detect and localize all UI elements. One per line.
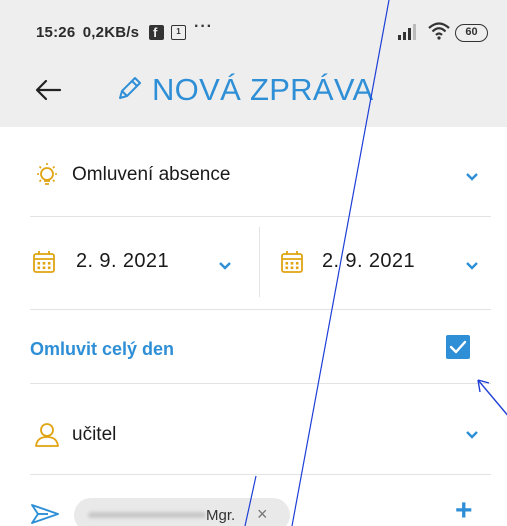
redacted-name — [88, 512, 206, 518]
pencil-icon — [116, 74, 142, 107]
chevron-down-icon[interactable] — [465, 427, 479, 445]
add-recipient-button[interactable]: + — [455, 496, 473, 526]
divider — [30, 474, 491, 475]
full-day-checkbox[interactable] — [446, 335, 470, 359]
date-from-value: 2. 9. 2021 — [76, 250, 169, 272]
battery-icon: 60 — [455, 24, 488, 42]
status-time: 15:26 0,2KB/s — [36, 24, 140, 41]
chevron-down-icon[interactable] — [465, 169, 479, 187]
check-icon — [449, 340, 467, 354]
chevron-down-icon[interactable] — [218, 258, 232, 276]
page-title: NOVÁ ZPRÁVA — [116, 72, 374, 108]
back-arrow-icon[interactable] — [34, 77, 62, 103]
date-to-value: 2. 9. 2021 — [322, 250, 415, 272]
remove-recipient-icon[interactable]: × — [257, 504, 268, 525]
send-icon — [30, 503, 60, 526]
calendar-icon — [32, 250, 56, 279]
full-day-row[interactable]: Omluvit celý den — [0, 310, 507, 382]
recipient-type-select[interactable]: učitel — [0, 385, 507, 473]
date-from-picker[interactable]: 2. 9. 2021 — [0, 217, 259, 309]
divider — [30, 383, 491, 384]
recipient-chip[interactable]: Mgr. × — [74, 498, 290, 526]
date-to-picker[interactable]: 2. 9. 2021 — [260, 217, 507, 309]
reason-select[interactable]: Omluvení absence — [0, 135, 507, 215]
calendar-icon — [280, 250, 304, 279]
recipient-type-label: učitel — [72, 424, 117, 445]
facebook-icon: f — [149, 25, 164, 40]
recipient-chip-name: Mgr. — [206, 507, 236, 524]
more-notifications-icon: ··· — [194, 18, 213, 35]
status-bar: 15:26 0,2KB/s f 1 ··· 60 — [0, 0, 507, 62]
signal-icon — [398, 24, 420, 45]
person-icon — [33, 421, 61, 452]
chevron-down-icon[interactable] — [465, 258, 479, 276]
reason-label: Omluvení absence — [72, 164, 231, 185]
app-bar: 15:26 0,2KB/s f 1 ··· 60 NOVÁ ZPRÁVA — [0, 0, 507, 127]
page-title-text: NOVÁ ZPRÁVA — [152, 72, 374, 107]
lightbulb-icon — [34, 162, 60, 193]
full-day-label: Omluvit celý den — [30, 339, 175, 359]
calendar-notification-icon: 1 — [171, 25, 186, 40]
wifi-icon — [428, 22, 450, 45]
